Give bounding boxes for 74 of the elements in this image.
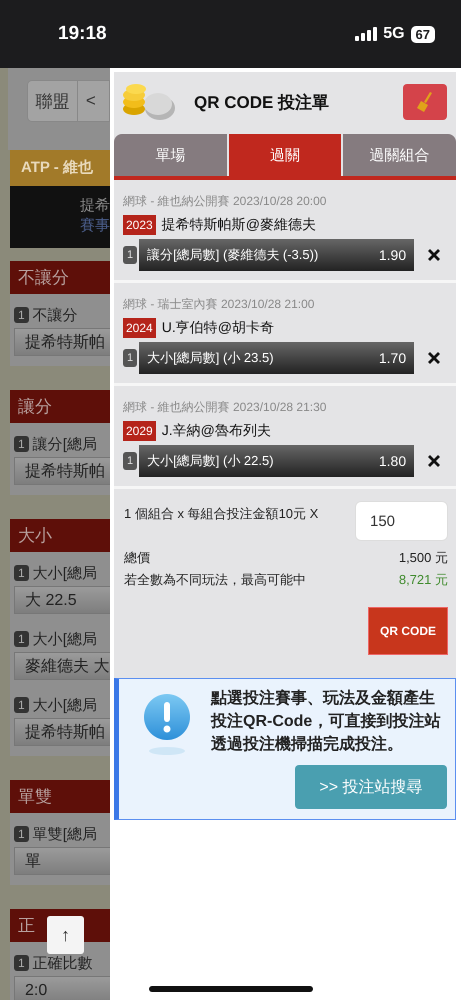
number-badge: 1 [14,565,29,581]
bet-type-label: 正確比數 [32,954,93,972]
event-name: U.亨伯特@胡卡奇 [162,319,274,337]
tab[interactable]: 過關組合 [343,134,456,176]
section-header: 讓分 [10,390,110,423]
bet-type-label: 讓分[總局 [32,434,97,454]
qr-code-button[interactable]: QR CODE [368,607,448,655]
max-win-label: 若全數為不同玩法，最高可能中 [124,571,306,589]
max-win-value: 8,721 元 [398,571,448,589]
match-text: 提希 [80,196,110,216]
network-label: 5G [383,25,405,43]
match-code: 2023 [123,215,156,235]
close-icon [426,350,442,366]
number-badge: 1 [14,826,29,842]
number-badge: 1 [14,955,29,971]
remove-button[interactable] [426,350,442,366]
bet-type-label: 單雙[總局 [32,824,97,844]
close-icon [426,247,442,263]
prev-button[interactable]: < [78,80,110,122]
choice-select[interactable]: 大 22.5 [14,586,110,614]
league-button[interactable]: 聯盟 [27,80,78,122]
remove-button[interactable] [426,453,442,469]
selection-text: 大小[總局數] (小 22.5) [147,452,274,470]
choice-select[interactable]: 2:0 [14,976,110,1000]
selection-text: 讓分[總局數] (麥維德夫 (-3.5)) [147,246,318,264]
remove-button[interactable] [426,247,442,263]
station-search-button[interactable]: >> 投注站搜尋 [295,765,447,809]
close-icon [426,453,442,469]
tab[interactable]: 單場 [114,134,227,176]
number-badge: 1 [14,307,29,323]
section-header: 不讓分 [10,261,110,294]
choice-select[interactable]: 提希特斯帕 [14,457,110,485]
stake-input[interactable]: 150 [355,501,448,541]
choice-select[interactable]: 單 [14,847,110,875]
stake-label: 1 個組合 x 每組合投注金額10元 X [124,505,318,523]
total-label: 總價 [124,549,150,567]
match-code: 2024 [123,318,156,338]
number-badge: 1 [123,246,138,264]
signal-icon [355,27,378,41]
section-header: 單雙 [10,780,110,813]
battery-indicator: 67 [410,26,435,42]
number-badge: 1 [14,631,29,647]
status-time: 19:18 [58,23,107,45]
match-text: 賽事 [80,216,110,236]
bet-type-label: 大小[總局 [32,696,97,714]
event-name: 提希特斯帕斯@麥維德夫 [162,216,316,234]
odds-value: 1.70 [378,350,406,366]
bet-slip-title: QR CODE 投注單 [194,92,330,114]
match-info: 網球 - 維也納公開賽 2023/10/28 21:30 [123,399,328,416]
match-code: 2029 [123,421,156,441]
odds-value: 1.80 [378,453,406,469]
number-badge: 1 [123,349,138,367]
odds-value: 1.90 [378,247,406,263]
event-name: J.辛納@魯布列夫 [162,422,271,440]
bet-type-label: 不讓分 [32,306,78,324]
number-badge: 1 [14,697,29,713]
broom-icon [415,91,435,113]
tab[interactable]: 過關 [228,134,342,176]
match-info: 網球 - 瑞士室內賽 2023/10/28 21:00 [123,296,316,313]
match-header: ATP - 維也 [10,150,110,186]
match-info: 網球 - 維也納公開賽 2023/10/28 20:00 [123,193,328,210]
choice-select[interactable]: 提希特斯帕 [14,718,110,746]
bet-type-label: 大小[總局 [32,630,97,648]
number-badge: 1 [14,436,29,452]
section-header: 大小 [10,519,110,552]
selection-text: 大小[總局數] (小 23.5) [147,349,274,367]
exclamation-icon [143,693,191,757]
choice-select[interactable]: 麥維德夫 大 [14,652,110,680]
scroll-top-button[interactable]: ↑ [47,916,84,954]
number-badge: 1 [123,452,138,470]
info-message: 點選投注賽事、玩法及金額產生投注QR-Code，可直接到投注站透過投注機掃描完成投注。 [211,688,442,755]
total-value: 1,500 元 [398,549,448,567]
choice-select[interactable]: 提希特斯帕 [14,328,110,356]
bet-type-label: 大小[總局 [32,564,97,582]
